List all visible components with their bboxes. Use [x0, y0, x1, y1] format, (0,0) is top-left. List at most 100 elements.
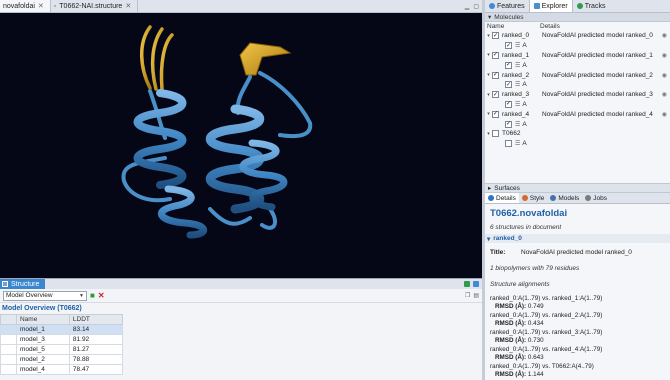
molecules-title: Molecules	[494, 13, 524, 21]
eye-icon[interactable]: ◉	[662, 32, 670, 39]
expand-icon[interactable]: ▾	[485, 92, 492, 98]
molecule-checkbox[interactable]: ✓	[492, 51, 499, 59]
expand-icon[interactable]: ▾	[485, 72, 492, 78]
chain-checkbox[interactable]: ✓	[505, 100, 512, 108]
tab-style[interactable]: Style	[519, 193, 547, 203]
molecule-name: T0662	[502, 130, 521, 138]
minimize-icon[interactable]: ▁	[465, 3, 470, 10]
chain-checkbox[interactable]: ✓	[505, 42, 512, 50]
tab-tracks[interactable]: Tracks	[573, 0, 610, 12]
doc-tab-novafoldai[interactable]: novafoldai ✕	[0, 0, 51, 12]
alignment-pair: ranked_0:A(1..79) vs. T0662:A(4..79)	[490, 363, 594, 370]
row-name: model_4	[15, 364, 70, 375]
tab-structure-label: Structure	[11, 280, 40, 288]
row-name: model_3	[15, 334, 70, 345]
molecule-row-ranked-4[interactable]: ▾ ✓ ranked_4 NovaFoldAI predicted model …	[485, 109, 670, 119]
table-row[interactable]: model_2 78.88	[0, 354, 482, 365]
chain-row[interactable]: ☰ A	[485, 139, 670, 149]
chain-row[interactable]: ✓ ☰ A	[485, 80, 670, 90]
document-icon: ▫	[53, 2, 57, 10]
protein-ribbon-render[interactable]	[0, 13, 482, 278]
expand-icon[interactable]	[464, 281, 470, 287]
chain-label: A	[522, 140, 527, 148]
expand-icon[interactable]: ▾	[485, 131, 492, 137]
column-header-name[interactable]: Name	[15, 314, 70, 325]
chain-checkbox[interactable]: ✓	[505, 61, 512, 69]
column-header-name[interactable]: Name	[487, 23, 540, 30]
column-header-details[interactable]: Details	[540, 23, 560, 30]
tab-structure[interactable]: Structure	[0, 279, 46, 289]
doc-tab-structure[interactable]: ▫ T0662-NAI.structure ✕	[51, 0, 139, 12]
eye-icon[interactable]: ◉	[662, 52, 670, 59]
delete-icon[interactable]: ✕	[98, 291, 105, 300]
row-name: model_2	[15, 354, 70, 365]
close-icon[interactable]: ✕	[125, 2, 131, 10]
surfaces-section-header[interactable]: ▸ Surfaces	[485, 183, 670, 193]
molecule-row-ranked-2[interactable]: ▾ ✓ ranked_2 NovaFoldAI predicted model …	[485, 70, 670, 80]
view-selector[interactable]: Model Overview ▼	[3, 290, 87, 301]
beta-strand-right	[239, 42, 292, 76]
title-field: Title: NovaFoldAI predicted model ranked…	[490, 249, 665, 256]
table-row[interactable]: model_4 78.47	[0, 364, 482, 375]
maximize-icon[interactable]	[473, 281, 479, 287]
molecule-row-ranked-3[interactable]: ▾ ✓ ranked_3 NovaFoldAI predicted model …	[485, 90, 670, 100]
chain-row[interactable]: ✓ ☰ A	[485, 119, 670, 129]
3d-structure-viewer[interactable]	[0, 13, 482, 278]
ranked-0-section-header[interactable]: ▾ ranked_0	[485, 234, 670, 243]
molecules-section-header[interactable]: ▾ Molecules	[485, 13, 670, 22]
column-header-lddt[interactable]: LDDT	[68, 314, 123, 325]
chain-checkbox[interactable]: ✓	[505, 120, 512, 128]
chain-checkbox[interactable]: ✓	[505, 81, 512, 89]
expand-icon[interactable]: ▾	[485, 111, 492, 117]
tab-features-label: Features	[497, 2, 525, 10]
molecule-row-ranked-0[interactable]: ▾ ✓ ranked_0 NovaFoldAI predicted model …	[485, 31, 670, 41]
chain-row[interactable]: ✓ ☰ A	[485, 60, 670, 70]
expand-icon[interactable]: ▾	[485, 52, 492, 58]
chain-row[interactable]: ✓ ☰ A	[485, 41, 670, 51]
chain-row[interactable]: ✓ ☰ A	[485, 100, 670, 110]
table-row[interactable]: model_5 81.27	[0, 344, 482, 355]
molecule-checkbox[interactable]: ✓	[492, 32, 499, 40]
row-filler	[122, 325, 481, 335]
eye-icon[interactable]: ◉	[662, 72, 670, 79]
row-lddt: 78.47	[68, 364, 123, 375]
rmsd-value: 0.434	[527, 320, 544, 327]
chain-checkbox[interactable]	[505, 140, 512, 148]
explorer-icon	[533, 3, 540, 9]
tab-features[interactable]: Features	[485, 0, 529, 12]
chevron-down-icon: ▾	[488, 14, 492, 21]
table-row[interactable]: model_3 81.92	[0, 334, 482, 345]
doc-tab-label: T0662-NAI.structure	[59, 2, 123, 10]
tab-explorer[interactable]: Explorer	[528, 0, 573, 12]
alignment-rmsd: RMSD (Å): 0.749	[490, 303, 665, 310]
table-row[interactable]: model_1 83.14	[0, 324, 482, 335]
expand-icon[interactable]: ▾	[485, 33, 492, 39]
rmsd-label: RMSD (Å):	[495, 371, 527, 378]
tab-tracks-label: Tracks	[584, 2, 606, 10]
molecule-row-t0662[interactable]: ▾ T0662	[485, 129, 670, 139]
info-icon	[488, 195, 494, 201]
rmsd-value: 0.749	[527, 303, 544, 310]
add-icon[interactable]: ■	[90, 291, 95, 300]
copy-icon[interactable]: ❐	[465, 292, 470, 299]
molecule-checkbox[interactable]: ✓	[492, 71, 499, 79]
eye-icon[interactable]: ◉	[662, 111, 670, 118]
rmsd-value: 0.730	[527, 337, 544, 344]
close-icon[interactable]: ✕	[38, 2, 44, 10]
molecule-checkbox[interactable]: ✓	[492, 110, 499, 118]
molecule-checkbox[interactable]	[492, 130, 499, 138]
column-header-index[interactable]	[0, 314, 17, 325]
maximize-icon[interactable]: ▢	[473, 3, 479, 10]
tab-details[interactable]: Details	[485, 193, 519, 203]
left-pane: novafoldai ✕ ▫ T0662-NAI.structure ✕ ▁ ▢	[0, 0, 482, 380]
column-header-filler	[122, 315, 481, 325]
chain-label: A	[522, 100, 527, 108]
molecule-checkbox[interactable]: ✓	[492, 91, 499, 99]
molecule-row-ranked-1[interactable]: ▾ ✓ ranked_1 NovaFoldAI predicted model …	[485, 51, 670, 61]
tab-jobs[interactable]: Jobs	[582, 193, 610, 203]
export-icon[interactable]: ▤	[473, 292, 479, 299]
rmsd-label: RMSD (Å):	[495, 303, 527, 310]
chain-label: A	[522, 42, 527, 50]
tab-models[interactable]: Models	[547, 193, 582, 203]
eye-icon[interactable]: ◉	[662, 91, 670, 98]
